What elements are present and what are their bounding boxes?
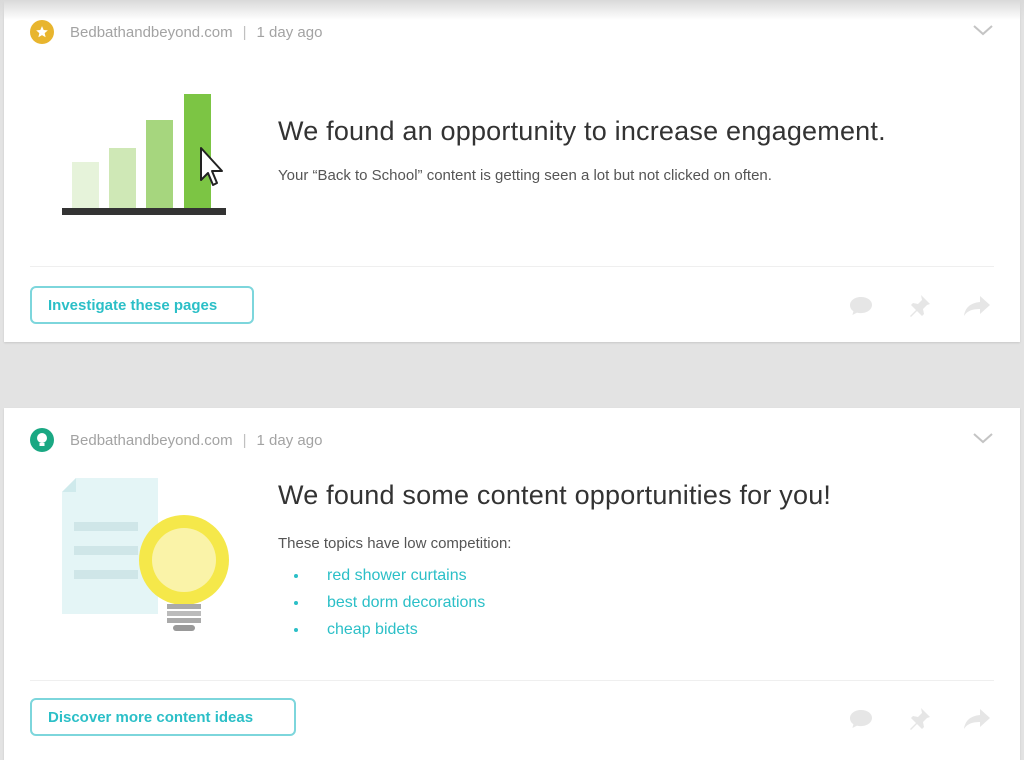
topic-label[interactable]: best dorm decorations xyxy=(327,594,485,611)
pin-icon[interactable] xyxy=(904,706,934,732)
topic-list: red shower curtains best dorm decoration… xyxy=(278,562,831,643)
divider xyxy=(30,680,994,681)
comment-icon[interactable] xyxy=(846,706,876,732)
header-separator: | xyxy=(242,431,247,449)
card-actions xyxy=(846,293,992,319)
pin-icon[interactable] xyxy=(904,293,934,319)
investigate-pages-button[interactable]: Investigate these pages xyxy=(30,286,254,324)
card-description: Your “Back to School” content is getting… xyxy=(278,167,772,184)
bullet-dot xyxy=(294,574,298,578)
comment-icon[interactable] xyxy=(846,293,876,319)
card-title: We found an opportunity to increase enga… xyxy=(278,116,886,146)
bar-chart-illustration xyxy=(62,94,226,215)
topic-link[interactable]: cheap bidets xyxy=(278,616,831,643)
share-icon[interactable] xyxy=(962,293,992,319)
star-icon xyxy=(30,20,54,44)
insight-card-engagement: Bedbathandbeyond.com | 1 day ago We foun… xyxy=(4,0,1020,342)
topic-label[interactable]: red shower curtains xyxy=(327,567,467,584)
insight-card-content-opportunities: Bedbathandbeyond.com | 1 day ago We foun… xyxy=(4,408,1020,760)
card-content: We found an opportunity to increase enga… xyxy=(278,116,886,184)
card-title: We found some content opportunities for … xyxy=(278,480,832,510)
share-icon[interactable] xyxy=(962,706,992,732)
content-idea-illustration xyxy=(62,478,229,631)
source-domain: Bedbathandbeyond.com xyxy=(70,23,233,41)
lightbulb-icon xyxy=(30,428,54,452)
header-separator: | xyxy=(242,23,247,41)
divider xyxy=(30,266,994,267)
bullet-dot xyxy=(294,601,298,605)
timestamp: 1 day ago xyxy=(256,431,323,449)
card-actions xyxy=(846,706,992,732)
timestamp: 1 day ago xyxy=(256,23,323,41)
topic-label[interactable]: cheap bidets xyxy=(327,621,418,638)
topic-link[interactable]: red shower curtains xyxy=(278,562,831,589)
chevron-down-icon[interactable] xyxy=(972,430,994,446)
topic-link[interactable]: best dorm decorations xyxy=(278,589,831,616)
card-header: Bedbathandbeyond.com | 1 day ago xyxy=(30,19,322,45)
discover-content-ideas-button[interactable]: Discover more content ideas xyxy=(30,698,296,736)
bullet-dot xyxy=(294,628,298,632)
card-description: These topics have low competition: xyxy=(278,535,512,552)
chevron-down-icon[interactable] xyxy=(972,22,994,38)
source-domain: Bedbathandbeyond.com xyxy=(70,431,233,449)
card-content: We found some content opportunities for … xyxy=(278,480,831,643)
card-header: Bedbathandbeyond.com | 1 day ago xyxy=(30,427,322,453)
